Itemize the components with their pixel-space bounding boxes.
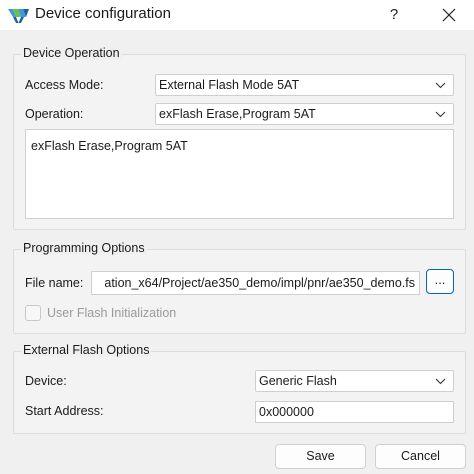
operation-description-text: exFlash Erase,Program 5AT	[31, 139, 188, 153]
operation-value: exFlash Erase,Program 5AT	[159, 107, 316, 121]
chevron-down-icon	[435, 378, 446, 385]
operation-select[interactable]: exFlash Erase,Program 5AT	[155, 103, 454, 125]
chevron-down-icon	[435, 82, 446, 89]
cancel-button[interactable]: Cancel	[375, 444, 466, 469]
device-operation-title: Device Operation	[21, 46, 122, 60]
help-button[interactable]: ?	[383, 4, 405, 26]
file-name-input[interactable]: ation_x64/Project/ae350_demo/impl/pnr/ae…	[91, 271, 420, 295]
file-name-value: ation_x64/Project/ae350_demo/impl/pnr/ae…	[104, 276, 415, 290]
operation-description-box[interactable]: exFlash Erase,Program 5AT	[25, 129, 454, 219]
save-button[interactable]: Save	[275, 444, 366, 469]
window-title: Device configuration	[35, 5, 171, 22]
device-label: Device:	[25, 374, 67, 388]
title-bar: Device configuration ?	[0, 0, 474, 30]
start-address-value: 0x000000	[259, 405, 314, 419]
external-flash-options-title: External Flash Options	[21, 343, 152, 357]
file-name-label: File name:	[25, 276, 84, 290]
gowin-logo-icon	[8, 9, 29, 23]
start-address-input[interactable]: 0x000000	[255, 401, 454, 423]
device-select[interactable]: Generic Flash	[255, 370, 454, 392]
close-icon	[442, 8, 456, 22]
user-flash-init-checkbox[interactable]	[25, 305, 41, 321]
device-value: Generic Flash	[259, 374, 337, 388]
operation-label: Operation:	[25, 107, 84, 121]
user-flash-init-label: User Flash Initialization	[47, 306, 177, 320]
start-address-label: Start Address:	[25, 404, 104, 418]
browse-button[interactable]: ...	[426, 269, 454, 294]
access-mode-select[interactable]: External Flash Mode 5AT	[155, 74, 454, 96]
chevron-down-icon	[435, 111, 446, 118]
programming-options-title: Programming Options	[21, 241, 147, 255]
close-button[interactable]	[434, 2, 464, 28]
access-mode-value: External Flash Mode 5AT	[159, 78, 300, 92]
access-mode-label: Access Mode:	[25, 78, 104, 92]
